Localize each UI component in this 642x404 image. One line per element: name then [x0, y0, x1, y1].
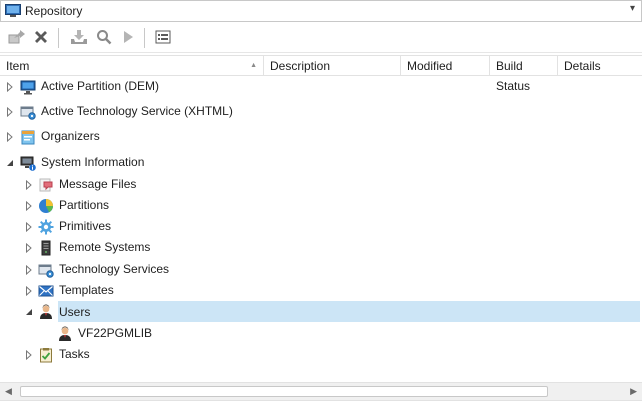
- expand-arrow-icon[interactable]: [24, 200, 34, 211]
- open-button[interactable]: [6, 27, 28, 49]
- tree-item-label: Remote Systems: [59, 240, 151, 254]
- column-label: Modified: [407, 59, 453, 73]
- column-item[interactable]: Item ▲: [0, 56, 264, 76]
- export-arrow-icon: [8, 29, 26, 48]
- tree-item-label: Message Files: [59, 177, 137, 191]
- expand-arrow-icon[interactable]: [5, 81, 15, 92]
- column-modified[interactable]: Modified: [401, 56, 490, 76]
- tree-item-label: Templates: [59, 283, 114, 297]
- column-label: Details: [564, 59, 601, 73]
- toolbar: [0, 22, 642, 53]
- clipboard-check-icon: [38, 347, 54, 363]
- message-files-icon: [38, 177, 54, 193]
- properties-button[interactable]: [152, 27, 174, 49]
- expand-arrow-icon[interactable]: [24, 264, 34, 275]
- template-envelope-icon: [38, 283, 54, 299]
- column-label: Item: [6, 59, 30, 73]
- list-box-icon: [155, 30, 171, 47]
- user-icon: [57, 326, 73, 342]
- tree-item-users-content[interactable]: Users: [38, 301, 90, 322]
- repository-tree: Active Partition (DEM) Active Technology…: [0, 76, 642, 380]
- toolbar-separator: [58, 28, 59, 48]
- tree-item-templates[interactable]: Templates: [0, 280, 642, 301]
- tree-item-label: Users: [59, 304, 91, 319]
- window-title: Repository: [25, 4, 83, 18]
- system-info-icon: [20, 155, 36, 171]
- tree-item-users[interactable]: [58, 301, 640, 322]
- partition-pie-icon: [38, 198, 54, 214]
- tree-item-label: VF22PGMLIB: [78, 326, 153, 340]
- server-icon: [38, 240, 54, 256]
- column-header: Item ▲ Description Modified Build Status…: [0, 55, 642, 93]
- organizer-icon: [20, 129, 36, 145]
- tree-item-technology-services[interactable]: Technology Services: [0, 259, 642, 280]
- gear-icon: [38, 219, 54, 235]
- tree-item-label: Technology Services: [59, 262, 170, 276]
- run-button[interactable]: [117, 27, 139, 49]
- tree-item-organizers[interactable]: Organizers: [0, 126, 642, 147]
- technology-service-icon: [20, 104, 36, 120]
- tree-item-label: Tasks: [59, 347, 90, 361]
- expand-arrow-icon[interactable]: [5, 106, 15, 117]
- column-label: Description: [270, 59, 331, 73]
- user-icon: [38, 304, 54, 320]
- collapse-arrow-icon[interactable]: [24, 307, 34, 317]
- search-button[interactable]: [93, 27, 115, 49]
- title-bar: Repository ▾: [0, 0, 642, 22]
- expand-arrow-icon[interactable]: [24, 349, 34, 360]
- horizontal-scrollbar[interactable]: ◀ ▶: [0, 382, 642, 400]
- bottom-border: [0, 400, 642, 404]
- tree-item-label: Partitions: [59, 198, 110, 212]
- checkin-button[interactable]: [68, 27, 90, 49]
- tree-item-partitions[interactable]: Partitions: [0, 195, 642, 216]
- expand-arrow-icon[interactable]: [24, 242, 34, 253]
- column-build-status[interactable]: Build Status: [490, 56, 558, 93]
- column-description[interactable]: Description: [264, 56, 401, 76]
- tree-item-label: System Information: [41, 155, 145, 169]
- scroll-left-icon[interactable]: ◀: [5, 386, 12, 397]
- scroll-right-icon[interactable]: ▶: [630, 386, 637, 397]
- monitor-icon: [20, 79, 36, 95]
- collapse-arrow-icon[interactable]: [5, 158, 15, 168]
- column-details[interactable]: Details: [558, 56, 642, 76]
- delete-button[interactable]: [30, 27, 52, 49]
- expand-arrow-icon[interactable]: [24, 221, 34, 232]
- tree-item-label: Organizers: [41, 129, 100, 143]
- expand-arrow-icon[interactable]: [24, 285, 34, 296]
- expand-arrow-icon[interactable]: [5, 131, 15, 142]
- tree-item-tasks[interactable]: Tasks: [0, 344, 642, 365]
- tree-item-label: Active Technology Service (XHTML): [41, 104, 233, 118]
- tree-item-primitives[interactable]: Primitives: [0, 216, 642, 237]
- tree-item-message-files[interactable]: Message Files: [0, 174, 642, 195]
- x-icon: [33, 29, 49, 48]
- tree-item-remote-systems[interactable]: Remote Systems: [0, 237, 642, 258]
- scrollbar-thumb[interactable]: [20, 386, 548, 397]
- tree-item-active-partition[interactable]: Active Partition (DEM): [0, 76, 642, 97]
- tree-item-active-technology-service[interactable]: Active Technology Service (XHTML): [0, 101, 642, 122]
- repository-app-icon: [5, 4, 21, 18]
- toolbar-separator: [144, 28, 145, 48]
- sort-caret-icon: ▲: [250, 62, 257, 69]
- tree-item-vf22pgmlib[interactable]: VF22PGMLIB: [0, 323, 642, 344]
- download-tray-icon: [70, 29, 88, 48]
- chevron-down-icon[interactable]: ▾: [630, 3, 635, 14]
- play-icon: [121, 29, 135, 48]
- tree-item-system-information[interactable]: System Information: [0, 152, 642, 173]
- expand-arrow-icon[interactable]: [24, 179, 34, 190]
- tree-item-label: Primitives: [59, 219, 112, 233]
- technology-service-icon: [38, 262, 54, 278]
- tree-item-label: Active Partition (DEM): [41, 79, 160, 93]
- magnifier-icon: [96, 29, 112, 48]
